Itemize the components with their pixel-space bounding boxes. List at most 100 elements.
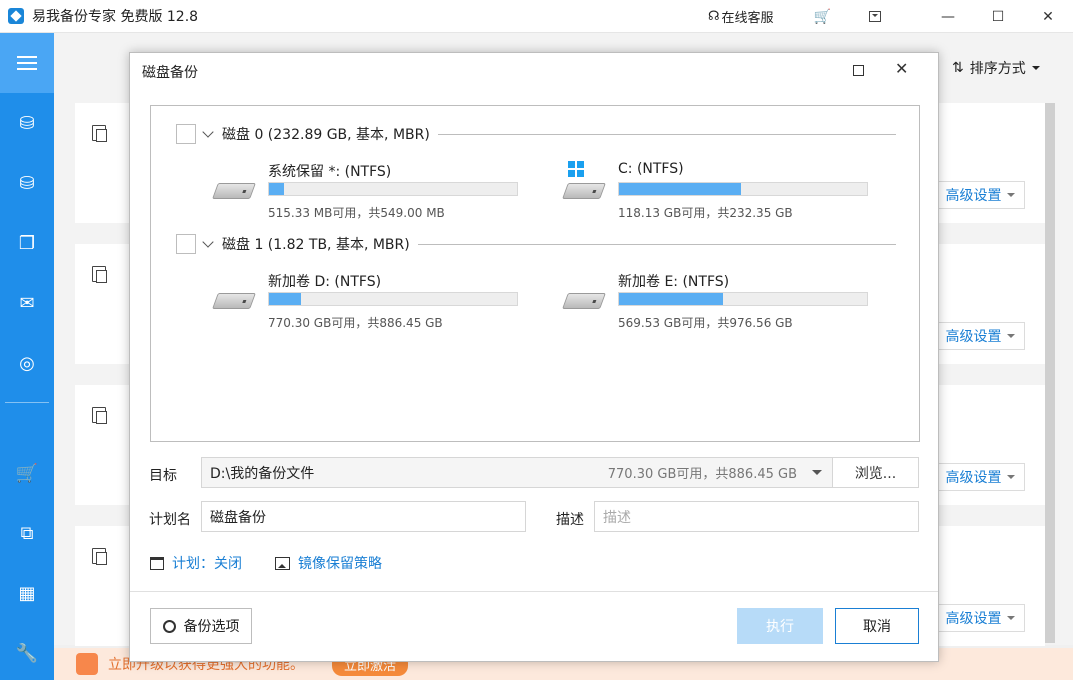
description-placeholder: 描述 — [603, 509, 631, 526]
file-icon — [92, 407, 107, 424]
drive-icon — [562, 183, 606, 199]
plan-name-input[interactable]: 磁盘备份 — [201, 501, 526, 532]
windows-logo-icon — [568, 161, 584, 177]
plan-name-value: 磁盘备份 — [210, 509, 266, 526]
cancel-button[interactable]: 取消 — [835, 608, 919, 644]
drive-icon — [212, 183, 256, 199]
partition-size: 118.13 GB可用，共232.35 GB — [618, 206, 793, 220]
app-logo-icon — [8, 8, 24, 24]
partition-item[interactable]: C: (NTFS) 118.13 GB可用，共232.35 GB — [562, 161, 885, 221]
advanced-settings-label: 高级设置 — [945, 188, 1002, 204]
sidebar: ⛁ ⛁ ❐ ✉ ◎ 🛒 ⧉ ▦ 🔧 — [0, 33, 54, 680]
caret-down-icon — [1006, 616, 1015, 624]
disk-icon — [92, 548, 107, 565]
disk-backup-dialog: 磁盘备份 ✕ 磁盘 0 (232.89 GB, 基本, MBR) 系统保留 *:… — [129, 52, 939, 662]
disk-header: 磁盘 1 (1.82 TB, 基本, MBR) — [176, 234, 896, 254]
partition-name: 系统保留 *: (NTFS) — [268, 164, 392, 180]
dialog-title: 磁盘备份 — [142, 65, 198, 81]
run-button[interactable]: 执行 — [737, 608, 823, 644]
partition-item[interactable]: 新加卷 E: (NTFS) 569.53 GB可用，共976.56 GB — [562, 271, 885, 331]
schedule-link-label: 计划：关闭 — [172, 556, 242, 572]
online-support-label: 在线客服 — [721, 11, 774, 26]
advanced-settings-label: 高级设置 — [945, 470, 1002, 486]
retention-policy-link[interactable]: 镜像保留策略 — [275, 553, 382, 573]
usage-bar — [268, 182, 518, 196]
mail-backup-icon[interactable]: ✉ — [0, 283, 54, 323]
partition-size: 515.33 MB可用，共549.00 MB — [268, 206, 445, 220]
partition-item[interactable]: 系统保留 *: (NTFS) 515.33 MB可用，共549.00 MB — [212, 161, 535, 221]
partition-name: C: (NTFS) — [618, 161, 684, 177]
disk-checkbox[interactable] — [176, 234, 196, 254]
cart-icon[interactable]: 🛒 — [814, 9, 831, 25]
maximize-button[interactable]: ☐ — [973, 0, 1023, 33]
advanced-settings-button[interactable]: 高级设置 — [935, 604, 1025, 632]
partition-item[interactable]: 新加卷 D: (NTFS) 770.30 GB可用，共886.45 GB — [212, 271, 535, 331]
cart-icon[interactable]: 🛒 — [0, 453, 54, 493]
partition-size: 770.30 GB可用，共886.45 GB — [268, 316, 443, 330]
description-input[interactable]: 描述 — [594, 501, 919, 532]
file-backup-icon[interactable]: ❐ — [0, 223, 54, 263]
advanced-settings-button[interactable]: 高级设置 — [935, 463, 1025, 491]
caret-down-icon — [1031, 66, 1040, 74]
advanced-settings-button[interactable]: 高级设置 — [935, 322, 1025, 350]
disk-icon[interactable]: ⛁ — [0, 163, 54, 203]
dialog-maximize-button[interactable] — [853, 65, 864, 76]
usage-bar-fill — [269, 293, 302, 305]
usage-bar — [618, 292, 868, 306]
advanced-settings-button[interactable]: 高级设置 — [935, 181, 1025, 209]
partition-name: 新加卷 D: (NTFS) — [268, 274, 382, 290]
tools-grid-icon[interactable]: ▦ — [0, 573, 54, 613]
image-icon — [275, 556, 290, 570]
advanced-settings-label: 高级设置 — [945, 329, 1002, 345]
usage-bar — [618, 182, 868, 196]
caret-down-icon — [1006, 475, 1015, 483]
scrollbar[interactable] — [1045, 103, 1055, 643]
minimize-button[interactable]: — — [923, 0, 973, 33]
disk-backup-icon[interactable]: ⛁ — [0, 103, 54, 143]
file-icon — [92, 266, 107, 283]
sidebar-divider — [5, 402, 49, 403]
gift-icon — [76, 653, 98, 675]
chevron-down-icon[interactable] — [202, 126, 214, 138]
calendar-icon — [150, 556, 164, 570]
advanced-settings-label: 高级设置 — [945, 611, 1002, 627]
close-button[interactable]: ✕ — [1023, 0, 1073, 33]
usage-bar — [268, 292, 518, 306]
sort-button[interactable]: ⇅ 排序方式 — [952, 58, 1040, 78]
chevron-down-icon[interactable] — [202, 236, 214, 248]
target-path-value: D:\我的备份文件 — [210, 465, 315, 482]
divider — [437, 133, 896, 135]
partition-name: 新加卷 E: (NTFS) — [618, 274, 730, 290]
menu-dropdown-icon[interactable] — [869, 11, 881, 22]
sort-label: 排序方式 — [969, 61, 1026, 77]
wrench-icon[interactable]: 🔧 — [0, 633, 54, 673]
headset-icon: ☊ — [708, 9, 720, 24]
usage-bar-fill — [619, 293, 724, 305]
hamburger-menu-button[interactable] — [0, 33, 54, 93]
usage-bar-fill — [269, 183, 284, 195]
target-free-space: 770.30 GB可用，共886.45 GB — [607, 467, 797, 482]
title-bar: 易我备份专家 免费版 12.8 ☊ 在线客服 🛒 — ☐ ✕ — [0, 0, 1073, 33]
drive-icon — [562, 293, 606, 309]
backup-options-button[interactable]: 备份选项 — [150, 608, 252, 644]
drive-icon — [212, 293, 256, 309]
browse-button[interactable]: 浏览... — [832, 457, 919, 488]
disk-label: 磁盘 1 (1.82 TB, 基本, MBR) — [222, 237, 410, 253]
schedule-link[interactable]: 计划：关闭 — [150, 553, 242, 573]
disk-label: 磁盘 0 (232.89 GB, 基本, MBR) — [222, 127, 430, 143]
smart-backup-icon[interactable]: ◎ — [0, 343, 54, 383]
divider — [417, 243, 896, 245]
caret-down-icon — [812, 470, 822, 480]
caret-down-icon — [1006, 193, 1015, 201]
dialog-close-button[interactable]: ✕ — [895, 59, 908, 78]
disk-checkbox[interactable] — [176, 124, 196, 144]
online-support-button[interactable]: ☊ 在线客服 — [708, 7, 774, 26]
file-icon — [92, 125, 107, 142]
clone-icon[interactable]: ⧉ — [0, 513, 54, 553]
caret-down-icon — [1006, 334, 1015, 342]
plan-name-label: 计划名 — [149, 512, 191, 528]
divider — [130, 591, 938, 592]
usage-bar-fill — [619, 183, 741, 195]
target-label: 目标 — [149, 468, 177, 484]
target-path-select[interactable]: D:\我的备份文件 770.30 GB可用，共886.45 GB — [201, 457, 833, 488]
